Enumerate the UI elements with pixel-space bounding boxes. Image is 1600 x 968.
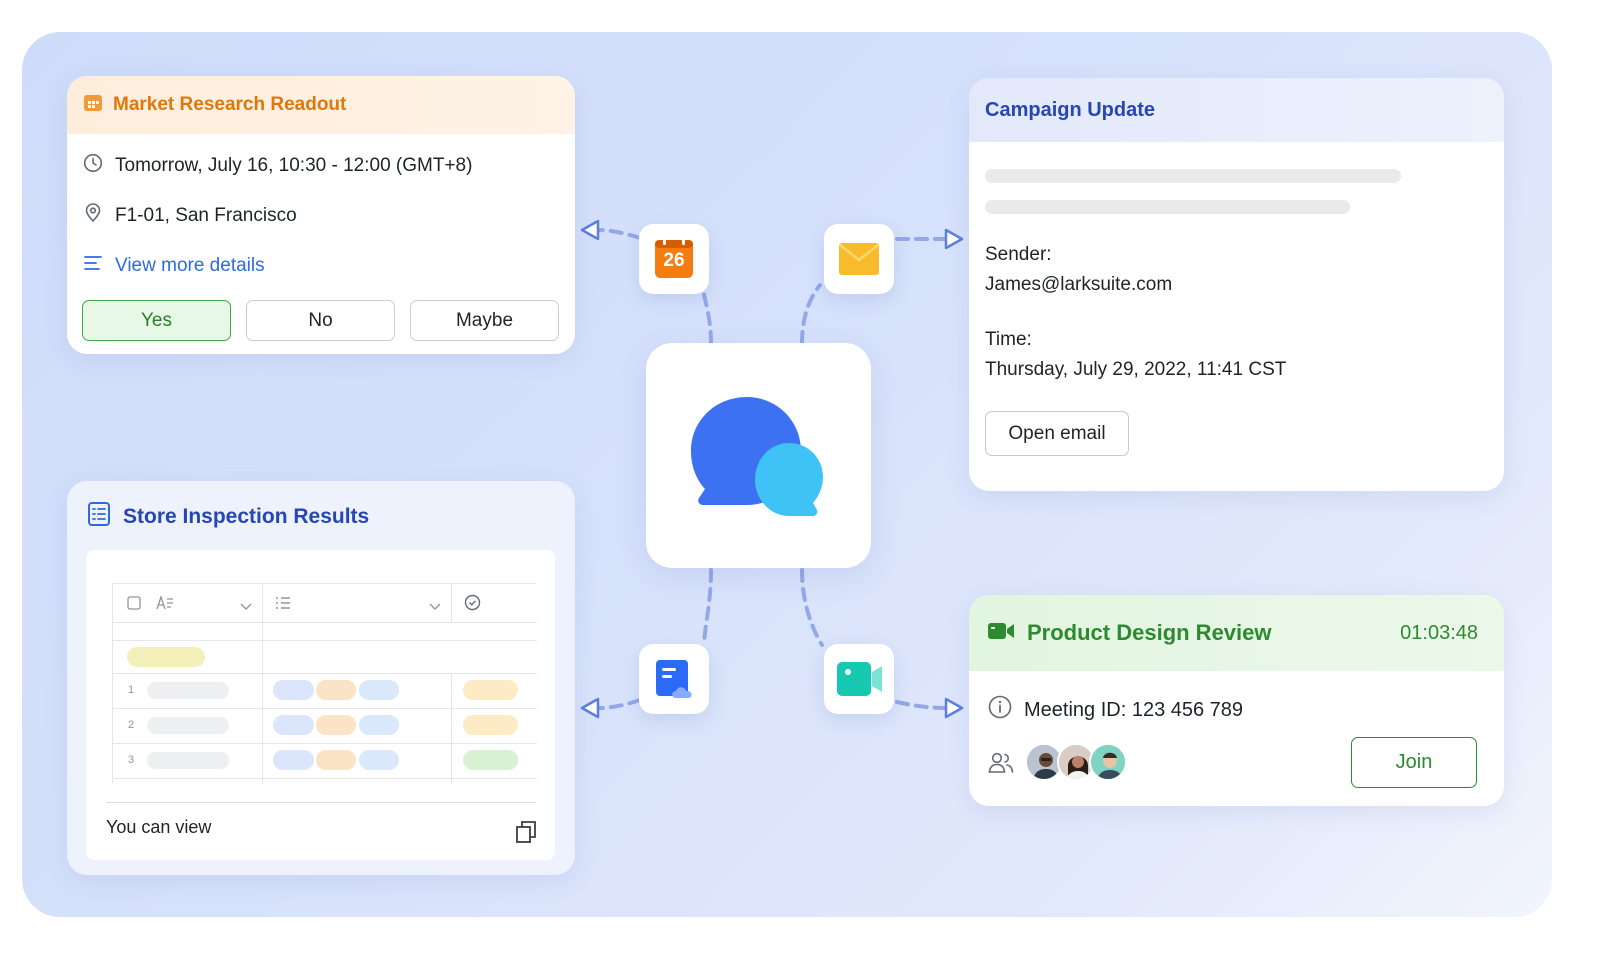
chevron-down-icon[interactable] xyxy=(240,598,252,616)
list-field-icon xyxy=(275,595,291,616)
mail-node[interactable] xyxy=(824,224,894,294)
product-card-header: Product Design Review 01:03:48 xyxy=(969,595,1504,671)
market-research-card[interactable]: Market Research Readout Tomorrow, July 1… xyxy=(67,76,575,354)
store-inspection-card[interactable]: Store Inspection Results 1 2 3 You can v… xyxy=(67,481,575,875)
meeting-elapsed-time: 01:03:48 xyxy=(1400,621,1478,644)
meeting-id: Meeting ID: 123 456 789 xyxy=(1024,698,1244,721)
cell-tag xyxy=(316,680,356,700)
cell-tag xyxy=(359,680,399,700)
market-card-header: Market Research Readout xyxy=(67,76,575,134)
participant-avatar xyxy=(1089,743,1127,781)
permission-text: You can view xyxy=(106,817,212,837)
video-node[interactable] xyxy=(824,644,894,714)
row-number: 3 xyxy=(128,754,135,766)
text-field-icon xyxy=(156,594,174,616)
open-email-button[interactable]: Open email xyxy=(985,411,1129,456)
cell-tag xyxy=(273,715,314,735)
calendar-day: 26 xyxy=(663,250,685,271)
cell-tag xyxy=(359,750,399,770)
join-meeting-button[interactable]: Join xyxy=(1351,737,1477,788)
product-card-title: Product Design Review xyxy=(1027,620,1272,645)
event-time: Tomorrow, July 16, 10:30 - 12:00 (GMT+8) xyxy=(115,155,473,176)
calendar-node[interactable]: 26 xyxy=(639,224,709,294)
rsvp-maybe-button[interactable]: Maybe xyxy=(410,300,559,341)
rsvp-yes-button[interactable]: Yes xyxy=(82,300,231,341)
status-tag xyxy=(463,715,518,735)
status-field-icon xyxy=(464,594,481,616)
cell-tag xyxy=(316,715,356,735)
status-tag xyxy=(463,750,518,770)
calendar-icon xyxy=(83,93,103,118)
people-icon xyxy=(988,752,1014,779)
view-details-link[interactable]: View more details xyxy=(83,253,265,279)
location-pin-icon xyxy=(83,203,103,229)
store-card-title: Store Inspection Results xyxy=(123,504,370,528)
event-location: F1-01, San Francisco xyxy=(115,205,297,226)
group-tag xyxy=(127,647,205,667)
cell-placeholder xyxy=(147,717,229,734)
view-details-label: View more details xyxy=(115,255,265,276)
docs-cloud-icon xyxy=(656,660,696,705)
meeting-id-row: Meeting ID: 123 456 789 xyxy=(988,695,1243,725)
campaign-card-title: Campaign Update xyxy=(985,98,1156,121)
market-card-title: Market Research Readout xyxy=(113,94,347,115)
docs-node[interactable] xyxy=(639,644,709,714)
cell-tag xyxy=(359,715,399,735)
store-card-header: Store Inspection Results xyxy=(87,501,369,532)
event-time-row: Tomorrow, July 16, 10:30 - 12:00 (GMT+8) xyxy=(83,153,472,179)
chevron-down-icon[interactable] xyxy=(429,598,441,616)
chat-hub[interactable] xyxy=(646,343,871,568)
chat-bubbles-icon xyxy=(689,395,829,525)
list-icon xyxy=(83,253,103,279)
cell-placeholder xyxy=(147,752,229,769)
cell-tag xyxy=(316,750,356,770)
cell-placeholder xyxy=(147,682,229,699)
spreadsheet-grid: 1 2 3 xyxy=(112,583,537,784)
sender-value: James@larksuite.com xyxy=(985,274,1173,295)
time-label: Time: xyxy=(985,329,1032,350)
cell-tag xyxy=(273,680,314,700)
event-location-row: F1-01, San Francisco xyxy=(83,203,297,229)
clock-icon xyxy=(83,153,103,179)
info-icon xyxy=(988,695,1012,725)
video-camera-icon xyxy=(987,621,1015,646)
spreadsheet-preview[interactable]: 1 2 3 You can view xyxy=(86,550,555,860)
product-design-review-card[interactable]: Product Design Review 01:03:48 Meeting I… xyxy=(969,595,1504,806)
time-value: Thursday, July 29, 2022, 11:41 CST xyxy=(985,359,1287,380)
email-preview-line xyxy=(985,200,1350,214)
campaign-update-card[interactable]: Campaign Update Sender: James@larksuite.… xyxy=(969,78,1504,491)
video-call-icon xyxy=(837,662,883,701)
select-all-checkbox[interactable] xyxy=(127,596,141,615)
status-tag xyxy=(463,680,518,700)
row-number: 2 xyxy=(128,719,135,731)
document-icon xyxy=(87,501,111,532)
rsvp-no-button[interactable]: No xyxy=(246,300,395,341)
cell-tag xyxy=(273,750,314,770)
email-preview-line xyxy=(985,169,1401,183)
campaign-card-header: Campaign Update xyxy=(969,78,1504,142)
mail-icon xyxy=(839,243,879,280)
sender-label: Sender: xyxy=(985,244,1052,265)
row-number: 1 xyxy=(128,684,135,696)
copy-icon[interactable] xyxy=(515,820,537,849)
